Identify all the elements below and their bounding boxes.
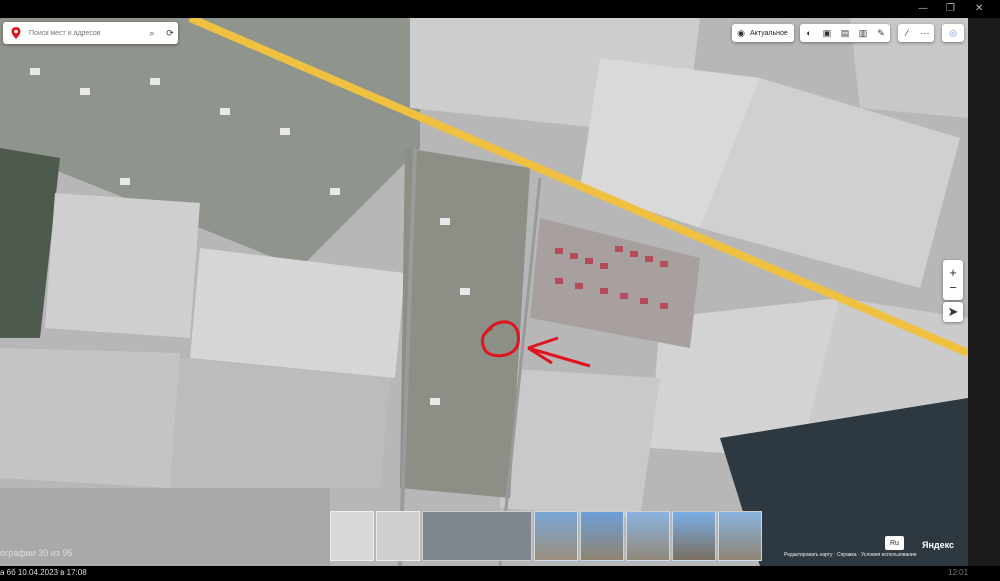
photo-thumbnail[interactable] <box>534 511 578 561</box>
language-button[interactable]: Ru <box>885 536 904 550</box>
search-input[interactable] <box>27 28 141 38</box>
photo-thumbnail[interactable] <box>626 511 670 561</box>
photo-counter: ографии 30 из 95 <box>0 548 73 558</box>
traffic-icon[interactable]: ▥ <box>854 24 872 42</box>
photo-thumbnail[interactable] <box>672 511 716 561</box>
satellite-map[interactable]: ⌕ ⟳ ◉ Актуальное ◐ ▣ ▤ ▥ ✎ ⁄ ⋯ ◎ + − ➤ R… <box>0 18 968 566</box>
transport-icon[interactable]: ▤ <box>836 24 854 42</box>
ruler-icon[interactable]: ✎ <box>872 24 890 42</box>
profile-icon: ◎ <box>949 27 957 38</box>
attribution-text[interactable]: Редактировать карту · Справка · Условия … <box>784 552 917 558</box>
layers-icon[interactable]: ◉ <box>732 24 750 42</box>
clipped-time: 12:01 <box>948 568 969 577</box>
zoom-in-button[interactable]: + <box>949 265 957 280</box>
satellite-imagery <box>0 18 968 566</box>
zoom-out-button[interactable]: − <box>949 280 957 295</box>
parking-icon[interactable]: ▣ <box>818 24 836 42</box>
photo-thumbnail[interactable] <box>330 511 374 561</box>
right-edge-panel <box>968 18 1000 566</box>
minimize-icon[interactable]: — <box>918 3 928 14</box>
yandex-logo: Яндекс <box>922 540 955 550</box>
close-icon[interactable]: ✕ <box>975 3 983 14</box>
search-icon[interactable]: ⌕ <box>145 26 159 40</box>
search-box[interactable]: ⌕ ⟳ <box>3 22 178 44</box>
photo-strip <box>330 511 762 561</box>
panorama-icon[interactable]: ◐ <box>800 24 818 42</box>
restore-icon[interactable]: ❐ <box>946 3 955 14</box>
actual-layer-button[interactable]: Актуальное <box>750 30 794 37</box>
profile-button[interactable]: ◎ <box>942 24 964 42</box>
photo-thumbnail[interactable] <box>376 511 420 561</box>
route-icon[interactable]: ⟳ <box>163 26 177 40</box>
zoom-control: + − <box>943 260 963 300</box>
more-icon[interactable]: ⋯ <box>916 24 934 42</box>
photo-thumbnail[interactable] <box>718 511 762 561</box>
more-toolbar: ⁄ ⋯ <box>898 24 934 42</box>
map-pin-icon <box>11 27 21 39</box>
status-bar <box>0 566 1000 581</box>
window-top-bar: — ❐ ✕ <box>0 0 1000 18</box>
tools-toolbar: ◐ ▣ ▤ ▥ ✎ <box>800 24 890 42</box>
layers-toolbar: ◉ Актуальное <box>732 24 794 42</box>
ruler-tool-icon[interactable]: ⁄ <box>898 24 916 42</box>
photo-date: а 6б 10.04.2023 в 17:08 <box>0 568 87 577</box>
photo-thumbnail[interactable] <box>422 511 532 561</box>
photo-thumbnail[interactable] <box>580 511 624 561</box>
location-icon[interactable]: ➤ <box>943 302 963 322</box>
